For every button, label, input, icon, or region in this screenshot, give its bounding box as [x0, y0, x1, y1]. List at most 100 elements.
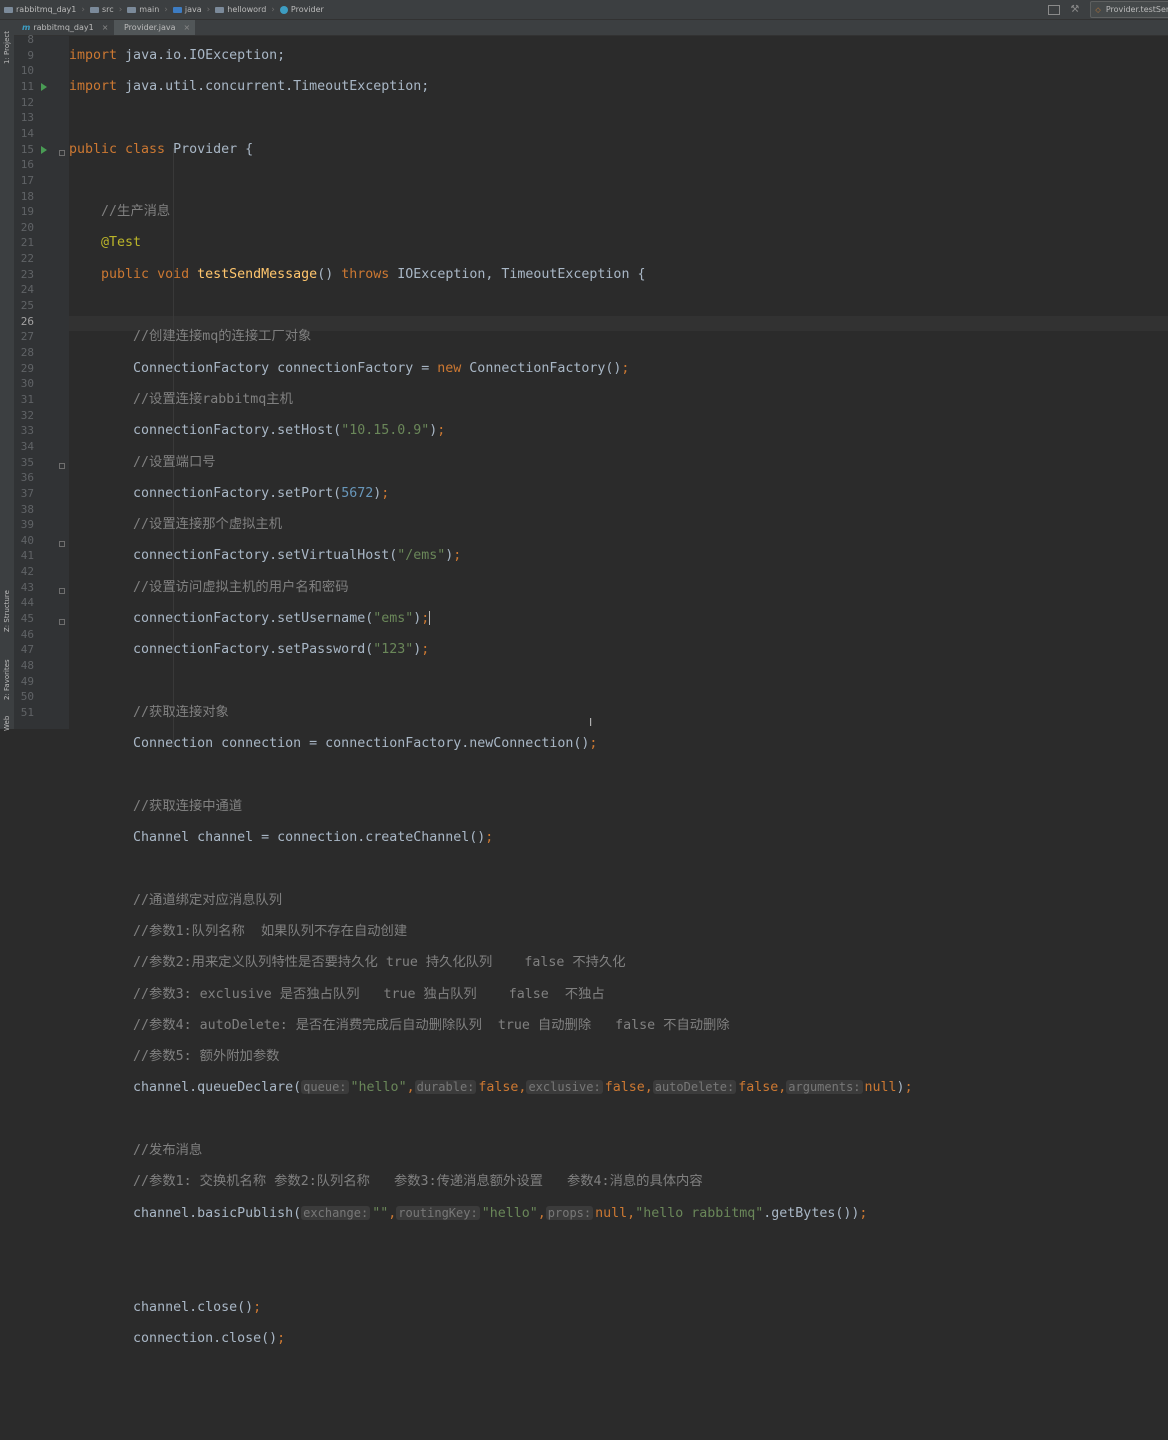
code-line-37: //参数2:用来定义队列特性是否要持久化 true 持久化队列 false 不持…: [69, 955, 913, 971]
keyword: public class: [69, 141, 166, 157]
parameter-hint: props:: [545, 1205, 594, 1220]
line-number: 50: [20, 690, 34, 704]
run-config-icon: ◇: [1095, 5, 1101, 14]
run-configuration-selector[interactable]: ◇ Provider.testSen: [1090, 1, 1168, 18]
editor-gutter[interactable]: 8 9 10 11 12 13 14 15 16 17 18 19 20 21 22 23 24 25 26 27 28…: [14, 33, 69, 729]
line-number: 20: [20, 220, 34, 234]
number-literal: 5672: [341, 485, 374, 501]
comment: //参数4: autoDelete: 是否在消费完成后自动删除队列 true 自…: [133, 1017, 730, 1033]
code-text: channel.close(): [133, 1299, 254, 1315]
line-number: 23: [20, 267, 34, 281]
keyword: false: [738, 1080, 779, 1096]
breadcrumb-java[interactable]: java: [172, 5, 202, 14]
breadcrumb-src[interactable]: src: [90, 5, 114, 14]
run-class-icon[interactable]: [41, 83, 47, 91]
tool-tab-web[interactable]: Web: [0, 714, 14, 732]
line-number: 19: [20, 205, 34, 219]
folder-icon: [127, 6, 137, 13]
code-line-35: //通道绑定对应消息队列: [69, 893, 913, 909]
line-number: 41: [20, 549, 34, 563]
line-number: 15: [20, 142, 34, 156]
code-text: java.io.IOException;: [117, 47, 286, 63]
fold-icon[interactable]: [59, 619, 65, 625]
keyword: public void: [101, 266, 190, 282]
chevron-right-icon: ›: [206, 4, 211, 15]
line-number: 18: [20, 189, 34, 203]
breadcrumb-package[interactable]: helloword: [215, 5, 266, 14]
breadcrumb-label: src: [102, 5, 114, 14]
tab-label: Provider.java: [124, 23, 176, 32]
tool-tab-label: 1: Project: [3, 31, 11, 65]
line-number: 21: [20, 236, 34, 250]
line-number: 8: [27, 33, 34, 46]
keyword: false: [478, 1080, 519, 1096]
comment: //通道绑定对应消息队列: [133, 892, 283, 908]
code-content[interactable]: import java.io.IOException; import java.…: [69, 32, 913, 1440]
line-number: 17: [20, 173, 34, 187]
comment: //发布消息: [133, 1143, 203, 1159]
code-text: channel.basicPublish(: [133, 1205, 302, 1221]
line-number: 22: [20, 252, 34, 266]
code-line-44: //参数1: 交换机名称 参数2:队列名称 参数3:传递消息额外设置 参数4:消…: [69, 1174, 913, 1190]
code-line-13: //生产消息: [69, 204, 913, 220]
code-line-25: //设置访问虚拟主机的用户名和密码: [69, 580, 913, 596]
code-line-21: //设置端口号: [69, 455, 913, 471]
code-line-43: //发布消息: [69, 1143, 913, 1159]
fold-icon[interactable]: [59, 463, 65, 469]
code-text: channel.queueDeclare(: [133, 1080, 302, 1096]
mouse-ibeam-cursor: I: [589, 716, 593, 729]
build-hammer-icon[interactable]: ⚒: [1070, 4, 1082, 15]
module-icon: m: [22, 23, 31, 32]
line-number: 46: [20, 627, 34, 641]
folder-icon: [4, 6, 13, 13]
line-number: 39: [20, 518, 34, 532]
comment: //生产消息: [101, 204, 171, 220]
package-icon: [215, 6, 225, 13]
class-icon: [279, 5, 288, 14]
code-text: ConnectionFactory(): [461, 360, 622, 376]
code-line-22: connectionFactory.setPort(5672);: [133, 485, 390, 501]
breadcrumb-label: java: [184, 5, 202, 14]
close-icon[interactable]: ×: [102, 23, 109, 32]
project-structure-icon[interactable]: [1048, 4, 1061, 15]
code-text: Channel channel = connection.createChann…: [133, 830, 486, 846]
line-number: 10: [20, 64, 34, 78]
tool-tab-favorites[interactable]: 2: Favorites: [0, 650, 14, 710]
line-number: 33: [20, 424, 34, 438]
code-line-32: //获取连接中通道: [69, 799, 913, 815]
comment: //设置连接那个虚拟主机: [133, 517, 283, 533]
code-line-24: connectionFactory.setVirtualHost("/ems")…: [133, 548, 462, 564]
tool-tab-project[interactable]: 1: Project: [0, 24, 14, 72]
text-caret: [429, 611, 431, 625]
breadcrumb-project[interactable]: rabbitmq_day1: [4, 5, 76, 14]
comment: //设置端口号: [133, 454, 216, 470]
code-text: connectionFactory.setHost(: [133, 423, 342, 439]
fold-icon[interactable]: [59, 588, 65, 594]
fold-icon[interactable]: [59, 541, 65, 547]
comment: //获取连接对象: [133, 704, 229, 720]
close-icon[interactable]: ×: [184, 23, 191, 32]
line-number: 36: [20, 471, 34, 485]
navigation-bar: rabbitmq_day1 › src › main › java › hell…: [0, 0, 1168, 20]
folder-icon: [90, 6, 99, 13]
method-name: testSendMessage: [197, 266, 318, 282]
breadcrumb-class[interactable]: Provider: [279, 5, 324, 14]
code-line-18: ConnectionFactory connectionFactory = ne…: [133, 360, 630, 376]
tool-tab-structure[interactable]: Z: Structure: [0, 580, 14, 642]
code-line-20: connectionFactory.setHost("10.15.0.9");: [133, 423, 446, 439]
run-test-icon[interactable]: [41, 146, 47, 154]
parameter-hint: durable:: [414, 1080, 477, 1095]
line-number: 35: [20, 455, 34, 469]
code-editor[interactable]: import java.io.IOException; import java.…: [69, 36, 1168, 1346]
breadcrumb-main[interactable]: main: [127, 5, 159, 14]
line-number: 47: [20, 643, 34, 657]
line-number: 37: [20, 486, 34, 500]
code-line-14: @Test: [69, 235, 913, 251]
code-text: connectionFactory.setVirtualHost(: [133, 548, 398, 564]
fold-icon[interactable]: [59, 150, 65, 156]
